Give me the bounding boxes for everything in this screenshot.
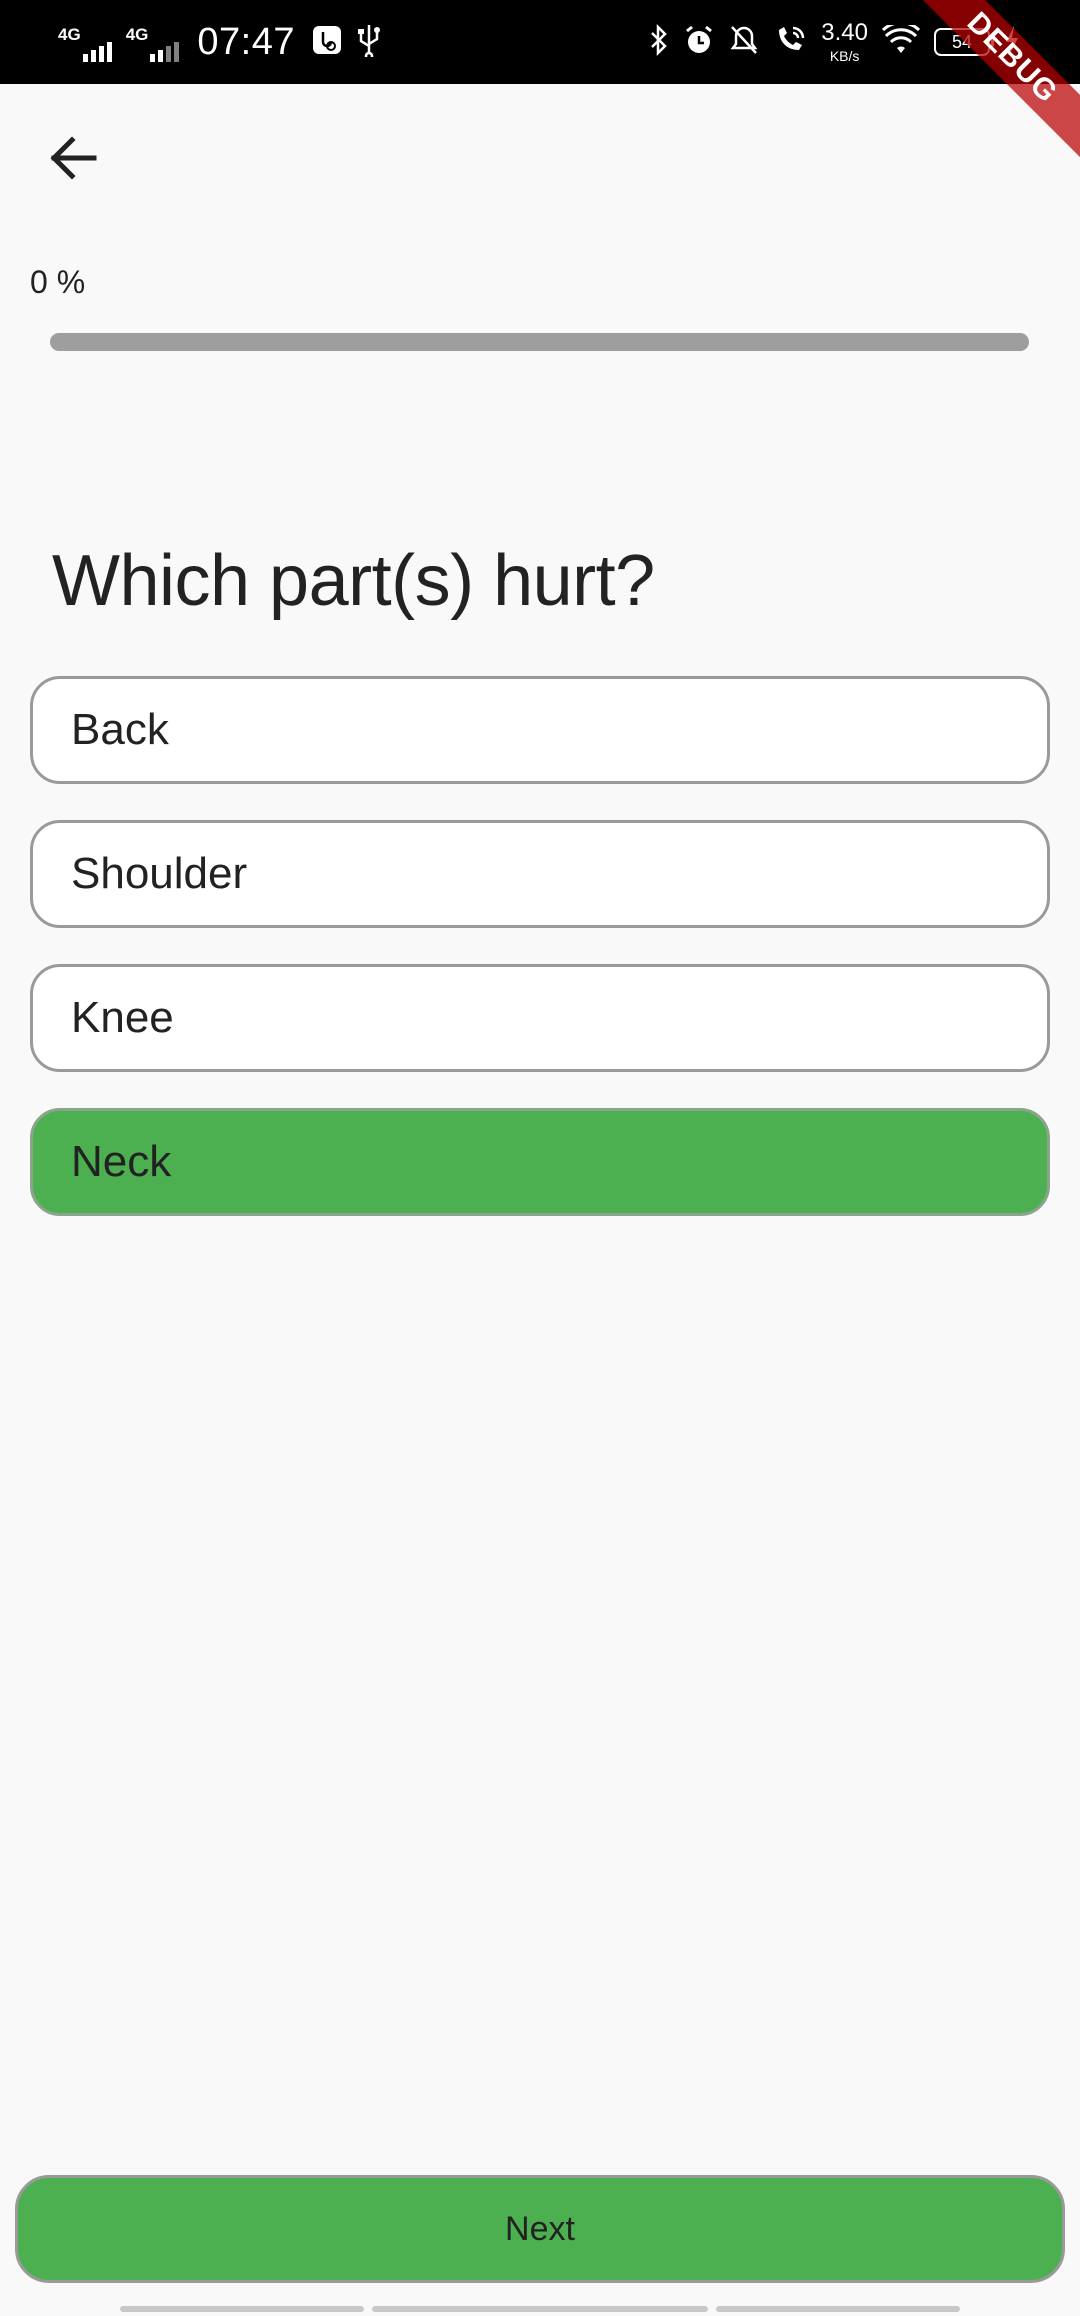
back-button[interactable] (32, 118, 112, 198)
charging-icon (1004, 25, 1020, 60)
network-type-label: 4G (58, 25, 81, 44)
option-neck[interactable]: Neck (30, 1108, 1050, 1216)
option-label: Neck (71, 1137, 172, 1186)
option-knee[interactable]: Knee (30, 964, 1050, 1072)
status-bar: 4G 4G 07:47 3.40 KB/s 54 (0, 0, 1080, 84)
usb-icon (357, 23, 381, 62)
arrow-left-icon (50, 136, 97, 180)
progress-percent-label: 0 % (30, 264, 86, 300)
screen: 4G 4G 07:47 3.40 KB/s 54 DEBUG 0 % Which… (0, 0, 1080, 2316)
status-bar-right: 3.40 KB/s 54 (649, 0, 1020, 84)
option-label: Knee (71, 993, 174, 1042)
network-speed-unit: KB/s (829, 48, 860, 64)
signal-icon: 4G (58, 22, 112, 62)
network-speed: 3.40 KB/s (821, 19, 868, 64)
gesture-bar-segment (716, 2306, 960, 2312)
option-shoulder[interactable]: Shoulder (30, 820, 1050, 928)
option-label: Back (71, 705, 169, 754)
next-button[interactable]: Next (15, 2175, 1065, 2283)
battery-icon: 54 (934, 28, 994, 56)
network-speed-value: 3.40 (821, 19, 868, 46)
gesture-bar-segment (120, 2306, 364, 2312)
bluetooth-icon (649, 23, 669, 61)
mute-icon (729, 24, 759, 61)
status-time: 07:47 (197, 20, 295, 63)
signal-icon-2: 4G (126, 22, 180, 62)
battery-level: 54 (951, 31, 973, 52)
gesture-bar-segment (372, 2306, 708, 2312)
next-button-label: Next (505, 2209, 575, 2248)
status-bar-left: 4G 4G 07:47 (58, 0, 395, 84)
alarm-icon (683, 24, 715, 61)
option-back[interactable]: Back (30, 676, 1050, 784)
option-label: Shoulder (71, 849, 248, 898)
network-type-label-2: 4G (125, 25, 149, 44)
usb-settings-icon (311, 24, 343, 61)
wifi-icon (881, 20, 921, 60)
progress-bar (50, 333, 1029, 351)
question-title: Which part(s) hurt? (52, 541, 655, 621)
wifi-calling-icon (773, 24, 807, 61)
